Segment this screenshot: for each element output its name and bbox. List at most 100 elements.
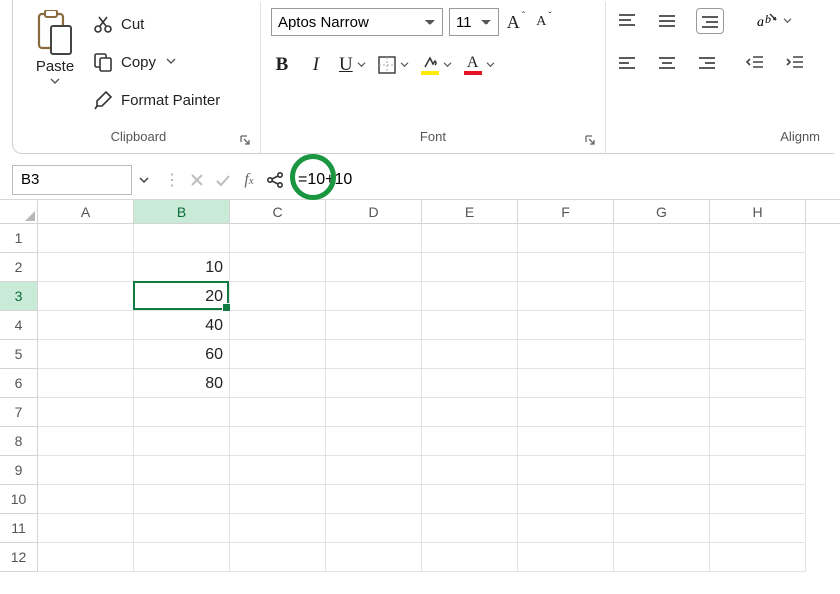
- row-header[interactable]: 8: [0, 427, 38, 456]
- cell[interactable]: 20: [134, 282, 230, 311]
- cell[interactable]: [326, 427, 422, 456]
- cell[interactable]: [422, 543, 518, 572]
- cell[interactable]: [422, 253, 518, 282]
- cell[interactable]: [518, 514, 614, 543]
- select-all-corner[interactable]: [0, 200, 38, 223]
- cell[interactable]: [422, 340, 518, 369]
- row-header[interactable]: 9: [0, 456, 38, 485]
- cell[interactable]: [134, 427, 230, 456]
- cell[interactable]: [230, 311, 326, 340]
- cell[interactable]: [518, 456, 614, 485]
- cell[interactable]: [710, 485, 806, 514]
- cell[interactable]: [134, 514, 230, 543]
- row-header[interactable]: 4: [0, 311, 38, 340]
- col-header[interactable]: G: [614, 200, 710, 223]
- cell[interactable]: 40: [134, 311, 230, 340]
- underline-button[interactable]: U: [339, 52, 366, 78]
- cell[interactable]: [134, 224, 230, 253]
- cell[interactable]: [614, 253, 710, 282]
- row-header[interactable]: 6: [0, 369, 38, 398]
- cell[interactable]: [614, 398, 710, 427]
- cell[interactable]: [326, 514, 422, 543]
- cell[interactable]: [326, 253, 422, 282]
- cell[interactable]: [422, 485, 518, 514]
- cell[interactable]: [230, 456, 326, 485]
- cell[interactable]: [710, 340, 806, 369]
- row-header[interactable]: 1: [0, 224, 38, 253]
- cell[interactable]: [614, 427, 710, 456]
- italic-button[interactable]: I: [305, 52, 327, 78]
- cell[interactable]: [518, 311, 614, 340]
- cell[interactable]: [518, 253, 614, 282]
- paste-dropdown[interactable]: [50, 77, 60, 88]
- col-header[interactable]: B: [134, 200, 230, 223]
- fill-color-button[interactable]: [421, 52, 452, 78]
- increase-indent-button[interactable]: [784, 50, 806, 76]
- align-middle-button[interactable]: [656, 8, 678, 34]
- increase-font-button[interactable]: Aˆ: [505, 9, 527, 35]
- row-header[interactable]: 3: [0, 282, 38, 311]
- cell[interactable]: [518, 340, 614, 369]
- row-header[interactable]: 10: [0, 485, 38, 514]
- cell[interactable]: [326, 224, 422, 253]
- cell[interactable]: [230, 253, 326, 282]
- cell[interactable]: [38, 224, 134, 253]
- cell[interactable]: [38, 311, 134, 340]
- cell[interactable]: [614, 369, 710, 398]
- cell[interactable]: [38, 398, 134, 427]
- cell[interactable]: [614, 224, 710, 253]
- cell[interactable]: [38, 543, 134, 572]
- col-header[interactable]: F: [518, 200, 614, 223]
- clipboard-launcher[interactable]: [238, 133, 252, 147]
- cell[interactable]: [230, 514, 326, 543]
- cell[interactable]: [422, 398, 518, 427]
- cell[interactable]: [422, 456, 518, 485]
- copy-button[interactable]: Copy: [93, 48, 220, 76]
- cell[interactable]: [614, 311, 710, 340]
- decrease-font-button[interactable]: Aˇ: [533, 9, 555, 35]
- cell[interactable]: [326, 485, 422, 514]
- cell[interactable]: [518, 224, 614, 253]
- share-icon[interactable]: [262, 165, 288, 195]
- cancel-icon[interactable]: [184, 165, 210, 195]
- cell[interactable]: [326, 311, 422, 340]
- cell[interactable]: [710, 514, 806, 543]
- col-header[interactable]: D: [326, 200, 422, 223]
- cell[interactable]: [422, 311, 518, 340]
- cell[interactable]: [614, 543, 710, 572]
- cell[interactable]: [326, 340, 422, 369]
- cell[interactable]: [38, 253, 134, 282]
- cell[interactable]: [710, 253, 806, 282]
- row-header[interactable]: 11: [0, 514, 38, 543]
- cell[interactable]: [614, 282, 710, 311]
- cell[interactable]: [230, 369, 326, 398]
- cell[interactable]: [710, 311, 806, 340]
- cell[interactable]: [326, 282, 422, 311]
- align-center-button[interactable]: [656, 50, 678, 76]
- cell[interactable]: [326, 543, 422, 572]
- cell[interactable]: [230, 340, 326, 369]
- cell[interactable]: [422, 282, 518, 311]
- cell[interactable]: 60: [134, 340, 230, 369]
- cell[interactable]: [614, 456, 710, 485]
- cut-button[interactable]: Cut: [93, 10, 220, 38]
- col-header[interactable]: A: [38, 200, 134, 223]
- paste-button[interactable]: Paste: [27, 6, 83, 88]
- cell[interactable]: [518, 427, 614, 456]
- fx-icon[interactable]: fx: [236, 165, 262, 195]
- cell[interactable]: [422, 427, 518, 456]
- cell[interactable]: [422, 369, 518, 398]
- copy-dropdown[interactable]: [166, 57, 176, 68]
- cell[interactable]: [518, 369, 614, 398]
- cell[interactable]: [326, 398, 422, 427]
- cell[interactable]: [710, 369, 806, 398]
- borders-button[interactable]: [378, 52, 409, 78]
- cell[interactable]: [326, 456, 422, 485]
- cell[interactable]: [38, 456, 134, 485]
- cell[interactable]: [710, 398, 806, 427]
- bold-button[interactable]: B: [271, 52, 293, 78]
- cell[interactable]: [422, 514, 518, 543]
- cell[interactable]: [518, 543, 614, 572]
- row-header[interactable]: 7: [0, 398, 38, 427]
- name-box-dropdown[interactable]: [132, 165, 156, 195]
